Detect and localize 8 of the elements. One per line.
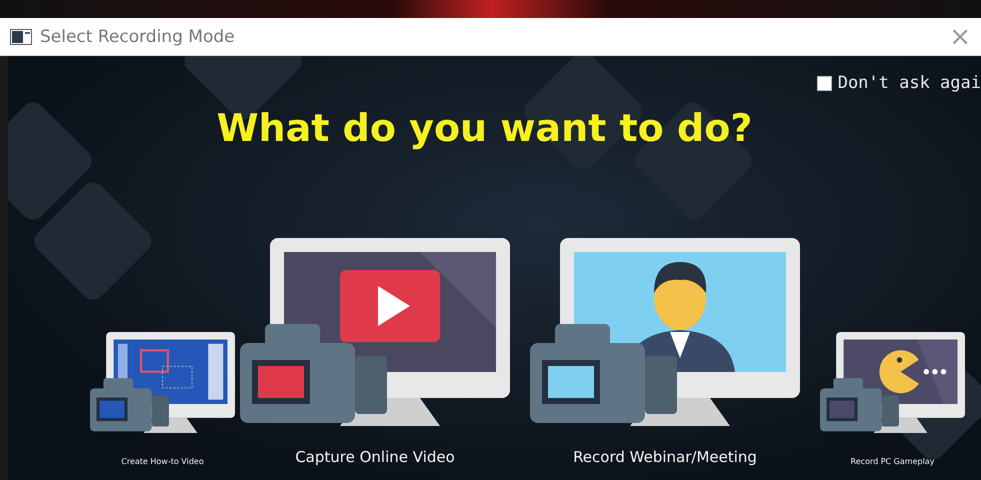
window-title: Select Recording Mode (40, 26, 236, 46)
recording-mode-option[interactable]: Create How-to Video (90, 332, 235, 466)
recording-mode-option[interactable]: Capture Online Video (240, 238, 510, 466)
recording-mode-option[interactable]: Record PC Gameplay (820, 332, 965, 466)
window-icon (10, 28, 32, 44)
dont-ask-checkbox[interactable]: Don't ask agai (816, 72, 981, 94)
heading: What do you want to do? (216, 106, 752, 150)
recording-mode-option[interactable]: Record Webinar/Meeting (530, 238, 800, 466)
